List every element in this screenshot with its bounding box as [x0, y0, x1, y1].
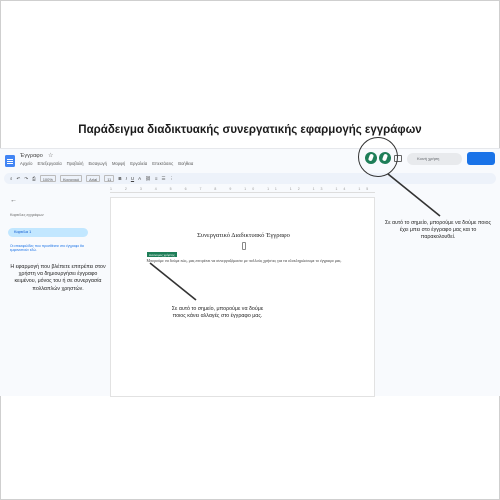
zoom-select[interactable]: 100% — [39, 175, 56, 182]
align-icon[interactable]: ≡ — [155, 176, 158, 181]
document-name[interactable]: Έγγραφο — [20, 153, 43, 159]
menu-format[interactable]: Μορφή — [112, 161, 125, 166]
menu-view[interactable]: Προβολή — [67, 161, 84, 166]
menu-bar: Αρχείο Επεξεργασία Προβολή Εισαγωγή Μορφ… — [20, 161, 193, 166]
text-cursor-icon — [242, 242, 246, 250]
italic-icon[interactable]: I — [126, 176, 127, 181]
redo-icon[interactable]: ↷ — [24, 176, 28, 182]
sidebar-heading: Καρτέλες εγγράφων — [10, 213, 44, 217]
collaborator-flag: Ανώνυμος χρήστης — [147, 252, 177, 257]
share-dropdown[interactable]: Κοινή χρήση — [407, 153, 462, 165]
ruler: 1 2 3 4 5 6 7 8 9 10 11 12 13 14 15 — [110, 187, 375, 193]
title-bar: Έγγραφο ☆ Αρχείο Επεξεργασία Προβολή Εισ… — [0, 149, 500, 171]
back-arrow-icon[interactable]: ← — [10, 197, 17, 204]
document-page[interactable]: Συνεργατικό Διαδικτυακό Έγγραφο Ανώνυμος… — [110, 197, 375, 397]
underline-icon[interactable]: U — [131, 176, 134, 181]
document-title[interactable]: Συνεργατικό Διαδικτυακό Έγγραφο — [111, 232, 376, 239]
text-color-icon[interactable]: A — [138, 176, 141, 181]
callout-circle — [358, 137, 398, 177]
font-size-field[interactable]: 11 — [104, 175, 115, 182]
menu-edit[interactable]: Επεξεργασία — [38, 161, 62, 166]
document-body[interactable]: Μπορούμε να δούμε πώς, μας επιτρέπει να … — [139, 258, 349, 264]
undo-icon[interactable]: ↶ — [17, 176, 21, 182]
annotation-right: Σε αυτό το σημείο, μπορούμε να δούμε ποι… — [384, 220, 492, 241]
page-heading: Παράδειγμα διαδικτυακής συνεργατικής εφα… — [78, 124, 422, 136]
annotation-left: Η εφαρμογή που βλέπετε επιτρέπει στον χρ… — [10, 264, 106, 292]
menu-insert[interactable]: Εισαγωγή — [88, 161, 107, 166]
tab-item[interactable]: Καρτέλα 1 — [8, 228, 88, 237]
font-select[interactable]: Arial — [86, 175, 101, 182]
annotation-middle: Σε αυτό το σημείο, μπορούμε να δούμε ποι… — [171, 306, 264, 320]
document-tabs-sidebar: ← Καρτέλες εγγράφων Καρτέλα 1 Οι επικεφα… — [0, 193, 98, 397]
list-icon[interactable]: ☰ — [161, 176, 165, 182]
formatting-toolbar: ⌕ ↶ ↷ ⎙ 100% Κανονικό Arial 11 B I U A ⛓… — [4, 173, 496, 184]
bold-icon[interactable]: B — [118, 176, 121, 181]
sidebar-hint: Οι επικεφαλίδες που προσθέτετε στο έγγρα… — [10, 244, 84, 253]
menu-file[interactable]: Αρχείο — [20, 161, 33, 166]
share-button[interactable] — [467, 152, 495, 165]
print-icon[interactable]: ⎙ — [32, 176, 36, 181]
more-icon[interactable]: ⋮ — [170, 176, 175, 182]
style-select[interactable]: Κανονικό — [59, 175, 83, 182]
menu-extensions[interactable]: Επεκτάσεις — [152, 161, 173, 166]
docs-logo-icon[interactable] — [5, 155, 15, 167]
star-icon[interactable]: ☆ — [48, 152, 53, 159]
search-icon[interactable]: ⌕ — [10, 176, 13, 181]
menu-tools[interactable]: Εργαλεία — [130, 161, 147, 166]
link-icon[interactable]: ⛓ — [145, 176, 151, 182]
menu-help[interactable]: Βοήθεια — [178, 161, 193, 166]
